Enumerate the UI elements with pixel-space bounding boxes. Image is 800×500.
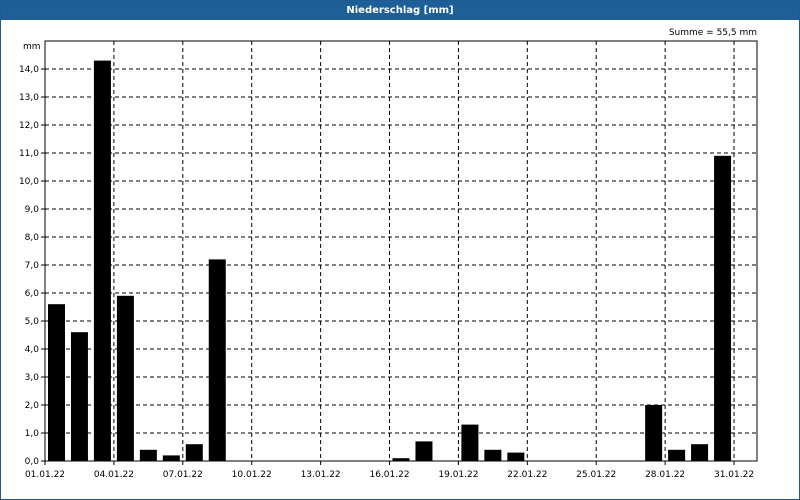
y-tick-label: 7,0 (25, 261, 40, 271)
y-tick-label: 6,0 (25, 289, 40, 299)
bar-27.01.22 (645, 405, 663, 461)
bar-04.01.22 (116, 295, 134, 461)
x-tick-label: 25.01.22 (576, 470, 616, 480)
bar-29.01.22 (691, 444, 709, 461)
grid-lines (45, 41, 757, 461)
y-tick-label: 11,0 (19, 149, 39, 159)
x-tick-label: 10.01.22 (232, 470, 272, 480)
y-tick-label: 8,0 (25, 233, 40, 243)
sum-annotation: Summe = 55,5 mm (669, 28, 757, 38)
bar-20.01.22 (484, 449, 502, 461)
x-tick-label: 04.01.22 (94, 470, 134, 480)
y-tick-label: 13,0 (19, 93, 39, 103)
precipitation-bar-chart: 0,0 1,0 2,0 3,0 4,0 5,0 6,0 7,0 8,0 9,0 10,0 11,0 12… (19, 28, 758, 480)
y-axis-unit-label: mm (23, 42, 41, 52)
bar-08.01.22 (208, 259, 226, 461)
bar-30.01.22 (714, 155, 732, 462)
x-tick-label: 07.01.22 (163, 470, 203, 480)
x-tick-label: 31.01.22 (714, 470, 754, 480)
x-tick-label: 19.01.22 (438, 470, 478, 480)
bar-19.01.22 (461, 424, 479, 461)
bar-28.01.22 (668, 449, 686, 461)
y-tick-label: 12,0 (19, 121, 39, 131)
x-tick-label: 13.01.22 (301, 470, 341, 480)
y-tick-label: 5,0 (25, 317, 40, 327)
x-tick-label: 16.01.22 (369, 470, 409, 480)
y-tick-label: 9,0 (25, 205, 40, 215)
bar-02.01.22 (70, 332, 88, 461)
plot-frame (44, 40, 758, 462)
y-tick-label: 1,0 (25, 429, 40, 439)
y-tick-label: 2,0 (25, 401, 40, 411)
y-tick-label: 10,0 (19, 177, 39, 187)
x-tick-label: 01.01.22 (25, 470, 65, 480)
chart-window: Niederschlag [mm] 0,0 1,0 2,0 3,0 4,0 5,0 6,0 7… (0, 0, 800, 500)
bar-03.01.22 (93, 60, 111, 461)
bar-17.01.22 (415, 441, 433, 461)
y-tick-label: 3,0 (25, 373, 40, 383)
bar-21.01.22 (507, 452, 525, 461)
bar-01.01.22 (47, 304, 65, 461)
axes (41, 40, 758, 465)
bar-06.01.22 (162, 455, 180, 461)
y-tick-label: 4,0 (25, 345, 40, 355)
y-tick-label: 14,0 (19, 65, 39, 75)
y-tick-label: 0,0 (25, 457, 40, 467)
bar-05.01.22 (139, 449, 157, 461)
x-tick-label: 22.01.22 (507, 470, 547, 480)
bar-07.01.22 (185, 444, 203, 461)
x-tick-label: 28.01.22 (645, 470, 685, 480)
